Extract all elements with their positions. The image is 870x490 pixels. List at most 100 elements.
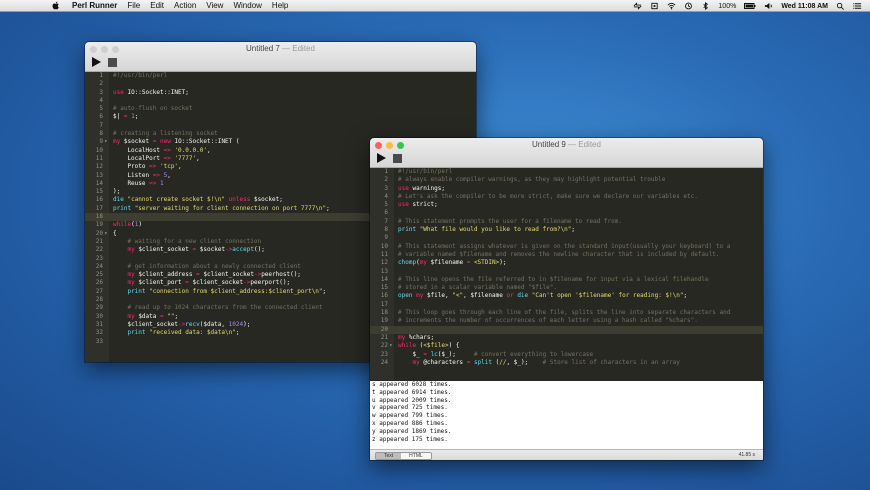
code-text: while(1) bbox=[113, 221, 142, 229]
code-line: 4 # Let's ask the compiler to be more str… bbox=[370, 193, 763, 201]
window-titlebar[interactable]: Untitled 7 — Edited bbox=[85, 42, 476, 72]
code-text: $client_socket->recv($data, 1024); bbox=[127, 320, 251, 328]
line-number: 18 bbox=[95, 213, 103, 221]
output-mode-toggle[interactable]: Text HTML bbox=[375, 452, 432, 460]
code-line: 24 my @characters = split (//, $_); # St… bbox=[370, 359, 763, 367]
line-number: 22 bbox=[95, 246, 103, 254]
line-number: 16 bbox=[380, 292, 388, 300]
code-line: 22 ▾ while (<$file>) { bbox=[370, 342, 763, 350]
menu-edit[interactable]: Edit bbox=[150, 1, 164, 10]
time-machine-icon[interactable] bbox=[684, 2, 693, 10]
code-line: 20 bbox=[370, 325, 763, 334]
text-mode-button[interactable]: Text bbox=[376, 453, 402, 459]
line-number: 24 bbox=[380, 358, 388, 366]
fold-toggle-icon[interactable]: ▾ bbox=[389, 342, 393, 350]
code-text: my @characters = split (//, $_); # Store… bbox=[412, 358, 680, 366]
code-line: 8 print "What file would you like to read… bbox=[370, 226, 763, 234]
code-text: chomp(my $filename = <STDIN>); bbox=[398, 259, 507, 267]
code-text: # This statement assigns whatever is giv… bbox=[398, 242, 731, 250]
battery-icon[interactable] bbox=[744, 2, 756, 10]
code-text: use IO::Socket::INET; bbox=[113, 88, 189, 96]
window-titlebar[interactable]: Untitled 9 — Edited bbox=[370, 138, 763, 168]
line-number: 2 bbox=[99, 80, 103, 88]
code-line: 2 bbox=[85, 80, 476, 88]
edited-indicator: — Edited bbox=[565, 140, 601, 149]
code-line: 19 # increments the number of occurrences… bbox=[370, 317, 763, 325]
line-number: 32 bbox=[95, 329, 103, 337]
fold-toggle-icon[interactable]: ▾ bbox=[104, 230, 108, 238]
bluetooth-icon[interactable] bbox=[701, 2, 710, 10]
code-text: # This loop goes through each line of th… bbox=[398, 309, 731, 317]
code-line: 13 bbox=[370, 268, 763, 276]
notification-center-icon[interactable] bbox=[853, 2, 862, 10]
run-button[interactable] bbox=[92, 57, 101, 67]
code-line: 12 chomp(my $filename = <STDIN>); bbox=[370, 259, 763, 267]
line-number: 21 bbox=[95, 237, 103, 245]
sync-status-icon[interactable] bbox=[633, 2, 642, 10]
code-line: 14 # This line opens the file referred to… bbox=[370, 276, 763, 284]
run-button[interactable] bbox=[377, 153, 386, 163]
code-line: 10 # This statement assigns whatever is g… bbox=[370, 243, 763, 251]
code-text: LocalPort => '7777', bbox=[113, 154, 200, 162]
code-text: # creating a listening socket bbox=[113, 130, 218, 138]
code-text: Proto => 'tcp', bbox=[113, 163, 182, 171]
code-text: print "connection from $client_address:$… bbox=[127, 287, 327, 295]
stop-button[interactable] bbox=[108, 57, 117, 67]
fold-toggle-icon[interactable]: ▾ bbox=[104, 138, 108, 146]
line-number: 14 bbox=[95, 179, 103, 187]
line-number: 20 bbox=[380, 325, 388, 333]
code-line: 1 #!/usr/bin/perl bbox=[85, 72, 476, 80]
document-name: Untitled 9 bbox=[532, 140, 566, 149]
output-line: s appeared 6028 times. bbox=[372, 381, 452, 388]
menu-help[interactable]: Help bbox=[272, 1, 288, 10]
window-title: Untitled 9 — Edited bbox=[370, 140, 763, 149]
line-number: 14 bbox=[380, 275, 388, 283]
code-editor[interactable]: 1 #!/usr/bin/perl 2 # always enable compile… bbox=[370, 168, 763, 380]
menu-file[interactable]: File bbox=[127, 1, 140, 10]
code-line: 15 # stored in a scalar variable named "$… bbox=[370, 284, 763, 292]
line-number: 21 bbox=[380, 333, 388, 341]
stop-button[interactable] bbox=[393, 153, 402, 163]
line-number: 10 bbox=[95, 146, 103, 154]
code-line: 18 # This loop goes through each line of … bbox=[370, 309, 763, 317]
code-text: # get information about a newly connecte… bbox=[127, 262, 301, 270]
app-menu[interactable]: Perl Runner bbox=[72, 1, 117, 10]
line-number: 33 bbox=[95, 337, 103, 345]
line-number: 10 bbox=[380, 242, 388, 250]
code-line: 3 use warnings; bbox=[370, 185, 763, 193]
app-status-icon[interactable] bbox=[650, 2, 659, 10]
status-bar: Text HTML 41.85 s bbox=[370, 449, 763, 460]
run-toolbar bbox=[92, 57, 117, 67]
menubar-clock[interactable]: Wed 11:08 AM bbox=[781, 3, 828, 10]
code-text: print "What file would you like to read … bbox=[398, 226, 576, 234]
volume-icon[interactable] bbox=[764, 2, 773, 10]
line-number: 6 bbox=[384, 209, 388, 217]
line-number: 3 bbox=[384, 184, 388, 192]
code-text: Reuse => 1 bbox=[113, 179, 164, 187]
output-line: u appeared 2009 times. bbox=[372, 396, 452, 404]
line-number: 11 bbox=[95, 154, 103, 162]
output-console[interactable]: s appeared 6028 times. t appeared 6914 ti… bbox=[370, 381, 763, 449]
menu-window[interactable]: Window bbox=[233, 1, 261, 10]
code-line: 7 # This statement prompts the user for a… bbox=[370, 218, 763, 226]
output-line: t appeared 6914 times. bbox=[372, 388, 452, 396]
line-number: 17 bbox=[380, 300, 388, 308]
html-mode-button[interactable]: HTML bbox=[401, 453, 431, 459]
line-number: 4 bbox=[99, 96, 103, 104]
wifi-icon[interactable] bbox=[667, 2, 676, 10]
menu-action[interactable]: Action bbox=[174, 1, 196, 10]
apple-menu-icon[interactable] bbox=[52, 1, 60, 10]
battery-percentage: 100% bbox=[718, 2, 737, 10]
menu-view[interactable]: View bbox=[206, 1, 223, 10]
window-title: Untitled 7 — Edited bbox=[85, 44, 476, 53]
line-number: 19 bbox=[95, 221, 103, 229]
line-number: 19 bbox=[380, 317, 388, 325]
line-number: 5 bbox=[384, 201, 388, 209]
spotlight-search-icon[interactable] bbox=[836, 2, 845, 10]
